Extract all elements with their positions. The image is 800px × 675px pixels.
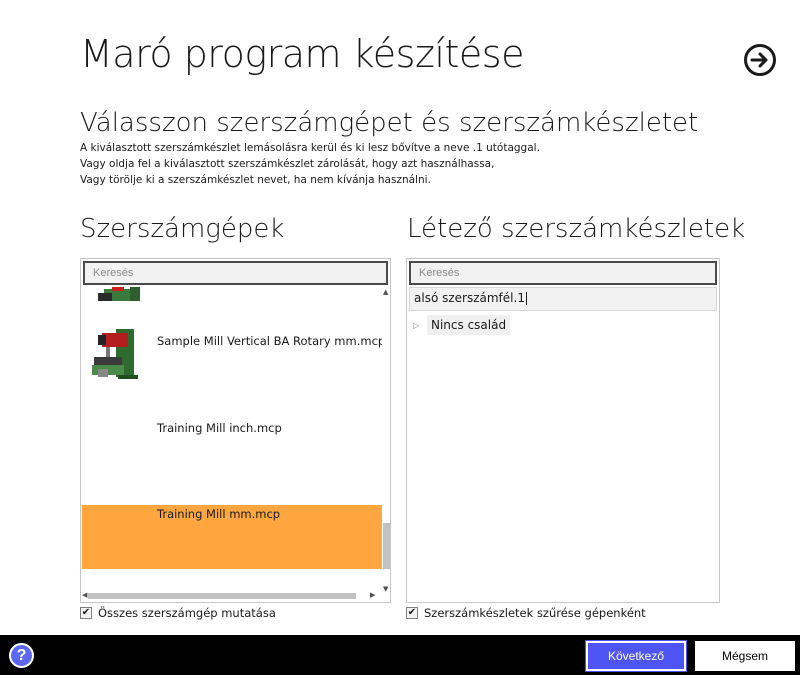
list-item[interactable] <box>82 287 382 307</box>
bottom-bar: ? Következő Mégsem <box>0 635 800 675</box>
expand-triangle-icon[interactable]: ▷ <box>413 321 427 330</box>
scroll-left-icon[interactable]: ◀ <box>82 591 87 599</box>
machine-name: Sample Mill Vertical BA Rotary mm.mcp <box>157 334 382 348</box>
toolset-name-value: alsó szerszámfél.1 <box>414 291 525 305</box>
machines-title: Szerszámgépek <box>80 214 285 244</box>
show-all-machines-checkbox[interactable]: ✔ Összes szerszámgép mutatása <box>80 606 276 620</box>
list-item[interactable]: Training Mill inch.mcp <box>82 405 382 485</box>
help-icon[interactable]: ? <box>9 643 34 668</box>
checkbox-label: Összes szerszámgép mutatása <box>98 606 276 620</box>
machine-list-panel: Keresés Sample Mill Vertical BA Rotary m… <box>80 258 391 603</box>
list-item[interactable]: Sample Mill Vertical BA Rotary mm.mcp <box>82 317 382 397</box>
scrollbar-thumb[interactable] <box>383 523 390 569</box>
horizontal-scrollbar[interactable]: ◀ ▶ <box>82 591 382 601</box>
tree-node-family[interactable]: ▷ Nincs család <box>413 314 511 336</box>
toolset-panel: Keresés alsó szerszámfél.1 ▷ Nincs csalá… <box>406 258 720 603</box>
machine-name: Training Mill mm.mcp <box>157 507 281 521</box>
section-subtitle: Válasszon szerszámgépet és szerszámkészl… <box>80 108 699 138</box>
instructions: A kiválasztott szerszámkészlet lemásolás… <box>80 140 540 188</box>
toolset-search-input[interactable]: Keresés <box>409 261 717 285</box>
page-title: Maró program készítése <box>80 32 524 76</box>
toolsets-title: Létező szerszámkészletek <box>407 214 746 244</box>
tree-node-label: Nincs család <box>427 315 511 335</box>
machine-search-input[interactable]: Keresés <box>83 261 388 285</box>
machine-list: Sample Mill Vertical BA Rotary mm.mcp Tr… <box>82 287 382 587</box>
checkbox-label: Szerszámkészletek szűrése gépenként <box>424 606 646 620</box>
checkbox-checked-icon[interactable]: ✔ <box>406 607 418 619</box>
scroll-up-icon[interactable]: ▲ <box>383 288 388 296</box>
instruction-line: A kiválasztott szerszámkészlet lemásolás… <box>80 142 540 154</box>
cancel-button[interactable]: Mégsem <box>695 641 795 671</box>
mill-machine-icon <box>92 329 138 379</box>
instruction-line: Vagy oldja fel a kiválasztott szerszámké… <box>80 158 495 170</box>
toolset-name-field[interactable]: alsó szerszámfél.1 <box>409 287 717 311</box>
scroll-down-icon[interactable]: ▼ <box>383 585 388 593</box>
machine-name: Training Mill inch.mcp <box>157 421 282 435</box>
mill-machine-icon <box>98 287 140 301</box>
instruction-line: Vagy törölje ki a szerszámkészlet nevet,… <box>80 174 431 186</box>
scrollbar-thumb[interactable] <box>88 593 356 599</box>
scroll-right-icon[interactable]: ▶ <box>370 591 375 599</box>
list-item-selected[interactable]: Training Mill mm.mcp <box>82 505 382 569</box>
next-button[interactable]: Következő <box>585 640 687 672</box>
checkbox-checked-icon[interactable]: ✔ <box>80 607 92 619</box>
arrow-right-circle-icon[interactable] <box>744 44 776 76</box>
vertical-scrollbar[interactable]: ▲ ▼ <box>382 287 390 600</box>
filter-toolsets-checkbox[interactable]: ✔ Szerszámkészletek szűrése gépenként <box>406 606 646 620</box>
text-cursor <box>525 292 527 305</box>
